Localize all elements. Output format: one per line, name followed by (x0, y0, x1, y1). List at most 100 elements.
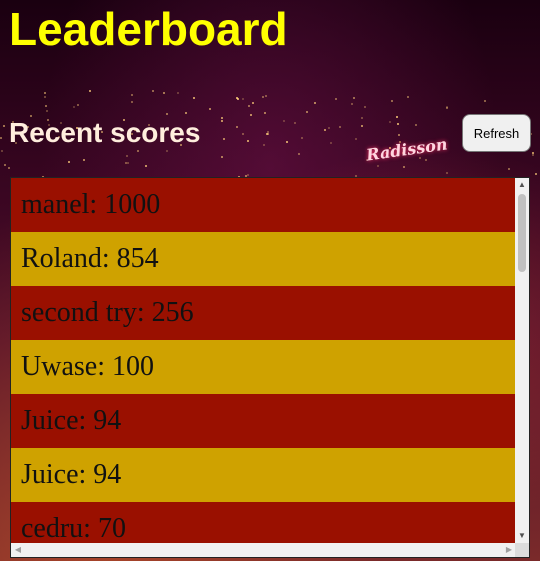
light-dot (46, 110, 48, 112)
vertical-scroll-thumb[interactable] (518, 194, 526, 272)
light-dot (4, 164, 6, 166)
light-dot (391, 100, 393, 102)
light-dot (446, 107, 448, 109)
light-dot (306, 111, 308, 113)
light-dot (127, 162, 129, 164)
light-dot (403, 166, 405, 168)
light-dot (398, 134, 400, 136)
light-dot (484, 100, 486, 102)
scroll-left-icon[interactable]: ◀ (11, 543, 25, 557)
light-dot (263, 144, 265, 146)
light-dot (264, 112, 266, 114)
light-dot (209, 108, 211, 110)
light-dot (126, 155, 128, 157)
light-dot (236, 126, 238, 128)
light-dot (221, 120, 223, 122)
light-dot (262, 96, 264, 98)
scrollbar-corner (515, 543, 529, 557)
light-dot (446, 172, 448, 174)
light-dot (252, 102, 254, 104)
light-dot (248, 105, 250, 107)
light-dot (242, 133, 244, 135)
light-dot (77, 104, 79, 106)
light-dot (45, 105, 47, 107)
light-dot (152, 90, 154, 92)
light-dot (68, 161, 70, 163)
light-dot (377, 165, 379, 167)
light-dot (535, 173, 537, 175)
light-dot (89, 90, 91, 92)
light-dot (177, 92, 179, 94)
light-dot (250, 114, 252, 116)
light-dot (301, 137, 303, 139)
section-heading: Recent scores (9, 117, 201, 148)
light-dot (125, 162, 127, 164)
list-item: second try: 256 (11, 286, 516, 340)
light-dot (236, 97, 238, 99)
light-dot (8, 167, 10, 169)
scroll-down-icon[interactable]: ▼ (515, 529, 529, 543)
light-dot (131, 101, 133, 103)
light-dot (83, 159, 85, 161)
light-dot (330, 142, 332, 144)
light-dot (298, 153, 300, 155)
scores-rows: manel: 1000 Roland: 854 second try: 256 … (11, 178, 516, 543)
scroll-right-icon[interactable]: ▶ (502, 543, 516, 557)
light-dot (247, 140, 249, 142)
list-item: Juice: 94 (11, 448, 516, 502)
light-dot (324, 129, 326, 131)
light-dot (407, 96, 409, 98)
light-dot (193, 97, 195, 99)
light-dot (283, 120, 285, 122)
light-dot (361, 117, 363, 119)
light-dot (335, 98, 337, 100)
light-dot (361, 125, 363, 127)
light-dot (532, 154, 534, 156)
light-dot (364, 106, 366, 108)
vertical-scrollbar[interactable]: ▲ ▼ (515, 178, 529, 543)
light-dot (166, 113, 168, 115)
light-dot (145, 165, 147, 167)
light-dot (137, 150, 139, 152)
light-dot (339, 126, 341, 128)
light-dot (247, 174, 249, 176)
scores-list[interactable]: manel: 1000 Roland: 854 second try: 256 … (10, 177, 530, 558)
list-item: Juice: 94 (11, 394, 516, 448)
light-dot (242, 98, 244, 100)
list-item: Roland: 854 (11, 232, 516, 286)
light-dot (415, 124, 417, 126)
light-dot (425, 159, 427, 161)
light-dot (166, 150, 168, 152)
light-dot (328, 127, 330, 129)
list-item: cedru: 70 (11, 502, 516, 543)
light-dot (223, 138, 225, 140)
light-dot (351, 103, 353, 105)
light-dot (314, 102, 316, 104)
light-dot (265, 95, 267, 97)
list-item: Uwase: 100 (11, 340, 516, 394)
light-dot (44, 92, 46, 94)
light-dot (397, 123, 399, 125)
light-dot (185, 112, 187, 114)
refresh-button[interactable]: Refresh (462, 114, 531, 152)
light-dot (286, 141, 288, 143)
light-dot (131, 94, 133, 96)
light-dot (221, 156, 223, 158)
light-dot (1, 150, 3, 152)
light-dot (3, 125, 5, 127)
light-dot (294, 122, 296, 124)
light-dot (44, 96, 46, 98)
page-title: Leaderboard (9, 3, 288, 55)
light-dot (355, 138, 357, 140)
light-dot (396, 116, 398, 118)
light-dot (389, 121, 391, 123)
list-item: manel: 1000 (11, 178, 516, 232)
horizontal-scrollbar[interactable]: ◀ ▶ (11, 543, 516, 557)
light-dot (163, 92, 165, 94)
light-dot (353, 97, 355, 99)
scroll-up-icon[interactable]: ▲ (515, 178, 529, 192)
light-dot (73, 106, 75, 108)
light-dot (221, 117, 223, 119)
light-dot (508, 168, 510, 170)
light-dot (267, 133, 269, 135)
